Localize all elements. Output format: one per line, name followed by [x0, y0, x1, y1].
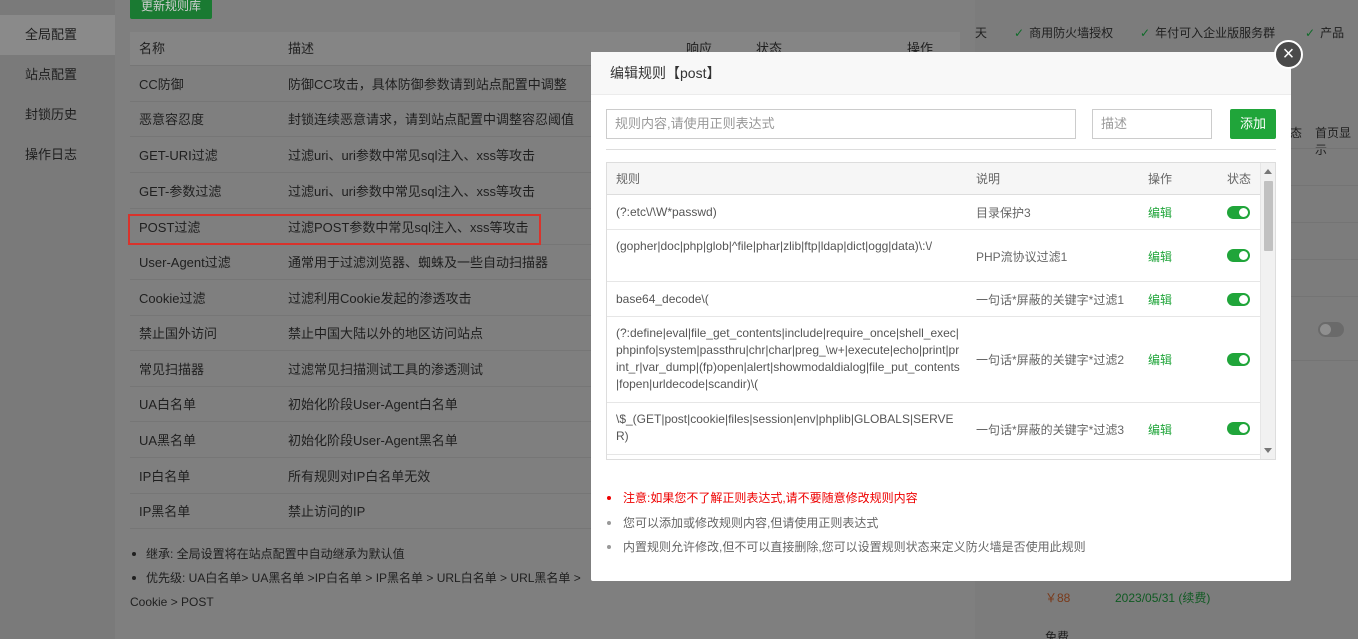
row-desc: 初始化阶段User-Agent白名单 [288, 397, 458, 412]
edit-link[interactable]: 编辑 [1148, 421, 1172, 438]
tips-list: 注意:如果您不了解正则表达式,请不要随意修改规则内容 您可以添加或修改规则内容,… [606, 486, 1276, 560]
tip-warning: 注意:如果您不了解正则表达式,请不要随意修改规则内容 [606, 486, 1276, 511]
edit-link[interactable]: 编辑 [1148, 204, 1172, 221]
sidebar-item-site-config[interactable]: 站点配置 [0, 55, 115, 95]
check-icon: ✓ [1014, 26, 1025, 40]
status-toggle[interactable] [1227, 353, 1250, 366]
row-desc: 所有规则对IP白名单无效 [288, 469, 431, 484]
note-priority-cont: Cookie > POST [130, 595, 214, 609]
rule-input[interactable]: 规则内容,请使用正则表达式 [606, 109, 1076, 139]
row-desc: 通常用于过滤浏览器、蜘蛛及一些自动扫描器 [288, 255, 549, 270]
feature-group: ✓ 年付可入企业版服务群 [1140, 26, 1276, 40]
rule-desc: 一句话*屏蔽的关键字*过滤3 [976, 423, 1125, 437]
row-desc: 封锁连续恶意请求，请到站点配置中调整容忍阈值 [288, 112, 575, 127]
scroll-thumb[interactable] [1264, 181, 1273, 251]
table-row: (?:define|eval|file_get_contents|include… [607, 317, 1260, 403]
row-name: 禁止国外访问 [139, 326, 218, 341]
renew-link[interactable]: (续费) [1178, 591, 1210, 605]
sidebar: 全局配置 站点配置 封锁历史 操作日志 [0, 0, 115, 639]
row-name: IP白名单 [139, 469, 191, 484]
header-desc: 描述 [288, 41, 315, 56]
desc-input[interactable]: 描述 [1092, 109, 1212, 139]
status-toggle[interactable] [1227, 206, 1250, 219]
check-icon: ✓ [1305, 26, 1316, 40]
modal-title: 编辑规则【post】 [591, 52, 1291, 95]
row-desc: 禁止中国大陆以外的地区访问站点 [288, 326, 484, 341]
update-rules-button[interactable]: 更新规则库 [130, 0, 213, 19]
row-name: Cookie过滤 [139, 291, 206, 306]
sidebar-item-global-config[interactable]: 全局配置 [0, 15, 115, 55]
note-inherit: 继承: 全局设置将在站点配置中自动继承为默认值 [130, 542, 600, 566]
rule-desc: PHP流协议过滤1 [976, 250, 1068, 264]
edit-link[interactable]: 编辑 [1148, 291, 1172, 308]
edit-rule-modal: 编辑规则【post】 规则内容,请使用正则表达式 描述 添加 规则 说明 操作 … [591, 52, 1291, 581]
status-toggle[interactable] [1227, 422, 1250, 435]
price: ￥88 [1045, 591, 1071, 605]
row-desc: 过滤uri、uri参数中常见sql注入、xss等攻击 [288, 148, 536, 163]
col-desc: 说明 [976, 172, 1001, 186]
rule-table-header: 规则 说明 操作 状态 [607, 163, 1260, 195]
table-row: \$_(GET|post|cookie|files|session|env|ph… [607, 403, 1260, 455]
row-name: 常见扫描器 [139, 362, 205, 377]
col-status: 状态 [1227, 172, 1252, 186]
rule-text: base64_decode\( [616, 292, 709, 306]
col-rule: 规则 [616, 172, 641, 186]
divider [606, 149, 1276, 150]
bg-notes: 继承: 全局设置将在站点配置中自动继承为默认值 优先级: UA白名单> UA黑名… [130, 542, 600, 614]
rule-text: (gopher|doc|php|glob|^file|phar|zlib|ftp… [616, 239, 933, 253]
rule-text: \$_(GET|post|cookie|files|session|env|ph… [616, 412, 954, 443]
scroll-down-arrow-icon[interactable] [1264, 448, 1272, 453]
tab-status: 态 [1290, 126, 1303, 140]
row-desc: 过滤常见扫描测试工具的渗透测试 [288, 362, 484, 377]
row-name: GET-参数过滤 [139, 184, 222, 199]
header-name: 名称 [139, 41, 166, 56]
table-row: base64_decode\( 一句话*屏蔽的关键字*过滤1 编辑 [607, 282, 1260, 317]
rule-desc: 一句话*屏蔽的关键字*过滤1 [976, 293, 1125, 307]
row-desc: 防御CC攻击，具体防御参数请到站点配置中调整 [288, 77, 567, 92]
row-name: GET-URI过滤 [139, 148, 218, 163]
row-desc: 过滤利用Cookie发起的渗透攻击 [288, 291, 472, 306]
tip-item: 您可以添加或修改规则内容,但请使用正则表达式 [606, 511, 1276, 536]
row-name: User-Agent过滤 [139, 255, 231, 270]
edit-link[interactable]: 编辑 [1148, 248, 1172, 265]
status-toggle[interactable] [1227, 293, 1250, 306]
check-icon: ✓ [1140, 26, 1151, 40]
row-name: CC防御 [139, 77, 184, 92]
rule-table: 规则 说明 操作 状态 (?:etc\/\W*passwd) 目录保护3 编辑 … [606, 162, 1276, 460]
table-row: (gopher|doc|php|glob|^file|phar|zlib|ftp… [607, 230, 1260, 282]
rule-desc: 一句话*屏蔽的关键字*过滤2 [976, 353, 1125, 367]
row-name: UA黑名单 [139, 433, 197, 448]
table-row: (?:etc\/\W*passwd) 目录保护3 编辑 [607, 195, 1260, 230]
tip-item: 内置规则允许修改,但不可以直接删除,您可以设置规则状态来定义防火墙是否使用此规则 [606, 535, 1276, 560]
row-name: UA白名单 [139, 397, 197, 412]
row-desc: 初始化阶段User-Agent黑名单 [288, 433, 458, 448]
expire-date: 2023/05/31 (续费) [1115, 591, 1211, 605]
free-label: 免费 [1045, 630, 1070, 639]
feature-day: 天 [975, 26, 988, 40]
toggle-switch[interactable] [1318, 322, 1344, 337]
edit-link[interactable]: 编辑 [1148, 351, 1172, 368]
rule-text: (?:etc\/\W*passwd) [616, 205, 717, 219]
close-icon[interactable]: × [1274, 40, 1303, 69]
feature-product: ✓ 产品 [1305, 26, 1345, 40]
tab-homepage[interactable]: 首页显示 [1315, 124, 1358, 158]
scroll-up-arrow-icon[interactable] [1264, 169, 1272, 174]
rule-text: (?:define|eval|file_get_contents|include… [616, 326, 960, 391]
row-name: 恶意容忍度 [139, 112, 205, 127]
note-priority: 优先级: UA白名单> UA黑名单 >IP白名单 > IP黑名单 > URL白名… [130, 566, 600, 590]
feature-license: ✓ 商用防火墙授权 [1014, 26, 1114, 40]
sidebar-item-operation-log[interactable]: 操作日志 [0, 135, 115, 175]
col-op: 操作 [1148, 172, 1173, 186]
row-name: IP黑名单 [139, 504, 191, 519]
status-toggle[interactable] [1227, 249, 1250, 262]
rule-desc: 目录保护3 [976, 206, 1031, 220]
add-button[interactable]: 添加 [1230, 109, 1276, 139]
row-desc: 禁止访问的IP [288, 504, 366, 519]
sidebar-item-block-history[interactable]: 封锁历史 [0, 95, 115, 135]
row-desc: 过滤uri、uri参数中常见sql注入、xss等攻击 [288, 184, 536, 199]
post-filter-highlight [128, 214, 541, 245]
table-scrollbar[interactable] [1260, 163, 1275, 459]
